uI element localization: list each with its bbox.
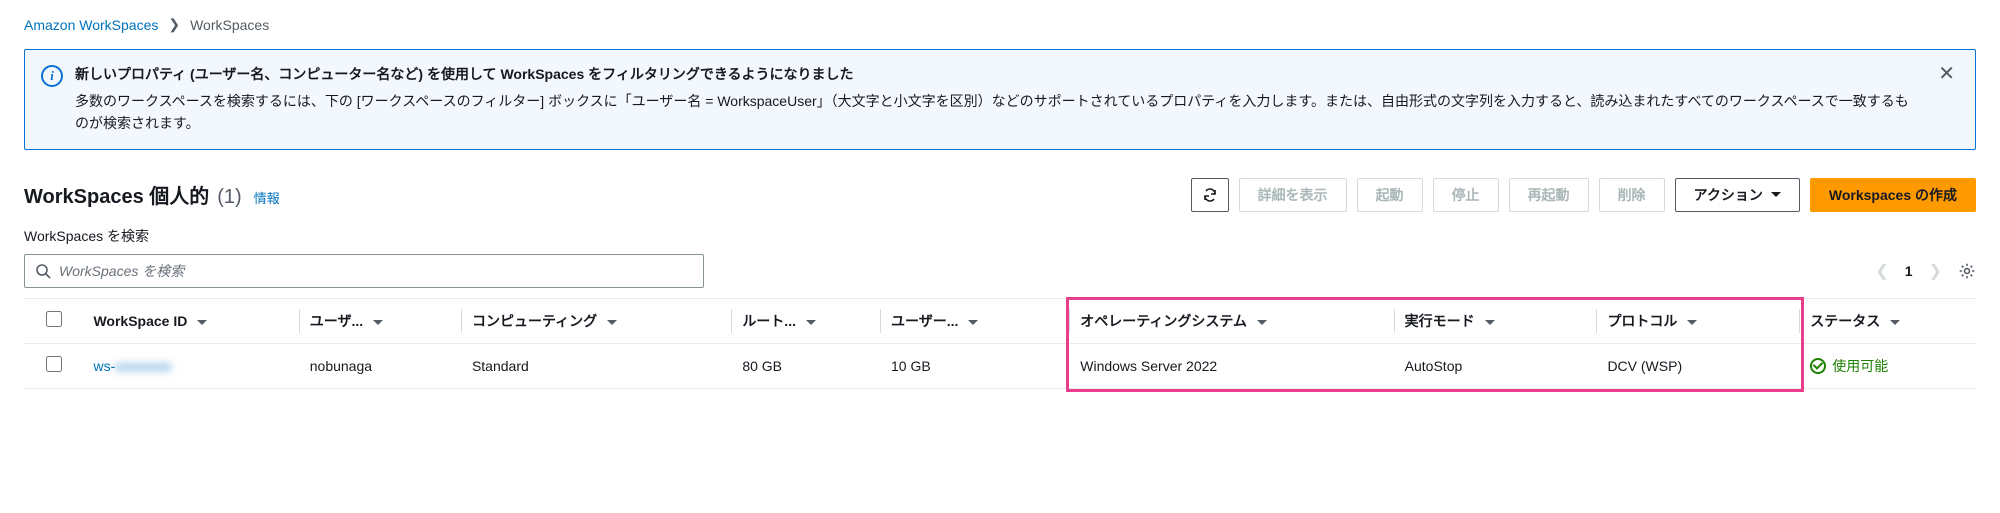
breadcrumb-root[interactable]: Amazon WorkSpaces xyxy=(24,17,158,33)
create-workspace-button[interactable]: Workspaces の作成 xyxy=(1810,178,1976,212)
search-input[interactable] xyxy=(59,263,693,279)
column-header-compute[interactable]: コンピューティング xyxy=(462,299,732,344)
close-icon[interactable]: ✕ xyxy=(1934,64,1959,84)
banner-description: 多数のワークスペースを検索するには、下の [ワークスペースのフィルター] ボック… xyxy=(75,90,1922,135)
cell-mode: AutoStop xyxy=(1395,343,1598,388)
filter-icon[interactable] xyxy=(607,320,617,325)
breadcrumb-current: WorkSpaces xyxy=(190,17,269,33)
column-header-status[interactable]: ステータス xyxy=(1800,299,1976,344)
filter-icon[interactable] xyxy=(373,320,383,325)
column-header-mode[interactable]: 実行モード xyxy=(1395,299,1598,344)
column-header-id[interactable]: WorkSpace ID xyxy=(83,299,299,344)
page-number: 1 xyxy=(1905,263,1913,279)
workspace-id-link[interactable]: ws-xxxxxxxx xyxy=(93,358,171,374)
refresh-icon xyxy=(1202,187,1218,203)
search-box[interactable] xyxy=(24,254,704,288)
check-circle-icon xyxy=(1810,358,1826,374)
actions-menu-button[interactable]: アクション xyxy=(1675,178,1800,212)
banner-title: 新しいプロパティ (ユーザー名、コンピューター名など) を使用して WorkSp… xyxy=(75,64,1922,84)
column-header-uservol[interactable]: ユーザー... xyxy=(881,299,1070,344)
settings-button[interactable] xyxy=(1958,262,1976,280)
start-button[interactable]: 起動 xyxy=(1357,178,1423,212)
page-title: WorkSpaces 個人的 xyxy=(24,180,209,209)
cell-os: Windows Server 2022 xyxy=(1070,343,1394,388)
select-all-checkbox[interactable] xyxy=(46,311,62,327)
cell-compute: Standard xyxy=(462,343,732,388)
cell-uservol: 10 GB xyxy=(881,343,1070,388)
stop-button[interactable]: 停止 xyxy=(1433,178,1499,212)
cell-status: 使用可能 xyxy=(1800,343,1976,388)
cell-workspace-id: ws-xxxxxxxx xyxy=(83,343,299,388)
cell-root: 80 GB xyxy=(732,343,881,388)
cell-protocol: DCV (WSP) xyxy=(1597,343,1800,388)
info-link[interactable]: 情報 xyxy=(254,188,280,207)
search-label: WorkSpaces を検索 xyxy=(24,226,1976,246)
gear-icon xyxy=(1958,262,1976,280)
column-header-os[interactable]: オペレーティングシステム xyxy=(1070,299,1394,344)
breadcrumb: Amazon WorkSpaces ❯ WorkSpaces xyxy=(24,16,1976,33)
filter-icon[interactable] xyxy=(1485,320,1495,325)
pagination: ❮ 1 ❯ xyxy=(1875,261,1976,281)
filter-icon[interactable] xyxy=(1257,320,1267,325)
filter-icon[interactable] xyxy=(806,320,816,325)
status-badge: 使用可能 xyxy=(1810,356,1888,376)
filter-icon[interactable] xyxy=(968,320,978,325)
search-icon xyxy=(35,263,51,279)
info-banner: i 新しいプロパティ (ユーザー名、コンピューター名など) を使用して Work… xyxy=(24,49,1976,150)
actions-menu-label: アクション xyxy=(1694,185,1763,205)
caret-down-icon xyxy=(1771,192,1781,197)
column-header-protocol[interactable]: プロトコル xyxy=(1597,299,1800,344)
row-select-checkbox[interactable] xyxy=(46,356,62,372)
view-details-button[interactable]: 詳細を表示 xyxy=(1239,178,1347,212)
prev-page-button[interactable]: ❮ xyxy=(1875,261,1888,281)
cell-user: nobunaga xyxy=(300,343,462,388)
filter-icon[interactable] xyxy=(1687,320,1697,325)
action-bar: 詳細を表示 起動 停止 再起動 削除 アクション Workspaces の作成 xyxy=(1191,178,1976,212)
table-row: ws-xxxxxxxx nobunaga Standard 80 GB 10 G… xyxy=(24,343,1976,388)
column-header-root[interactable]: ルート... xyxy=(732,299,881,344)
column-header-user[interactable]: ユーザ... xyxy=(300,299,462,344)
filter-icon[interactable] xyxy=(1890,320,1900,325)
refresh-button[interactable] xyxy=(1191,178,1229,212)
reboot-button[interactable]: 再起動 xyxy=(1509,178,1589,212)
resource-count: (1) xyxy=(217,186,241,209)
delete-button[interactable]: 削除 xyxy=(1599,178,1665,212)
workspaces-table: WorkSpace ID ユーザ... コンピューティング ルート... xyxy=(24,299,1976,389)
next-page-button[interactable]: ❯ xyxy=(1929,261,1942,281)
table-header-row: WorkSpace ID ユーザ... コンピューティング ルート... xyxy=(24,299,1976,344)
column-header-select xyxy=(24,299,83,344)
filter-icon[interactable] xyxy=(197,320,207,325)
info-icon: i xyxy=(41,65,63,87)
page-title-group: WorkSpaces 個人的 (1) 情報 xyxy=(24,180,280,209)
chevron-right-icon: ❯ xyxy=(168,16,180,33)
